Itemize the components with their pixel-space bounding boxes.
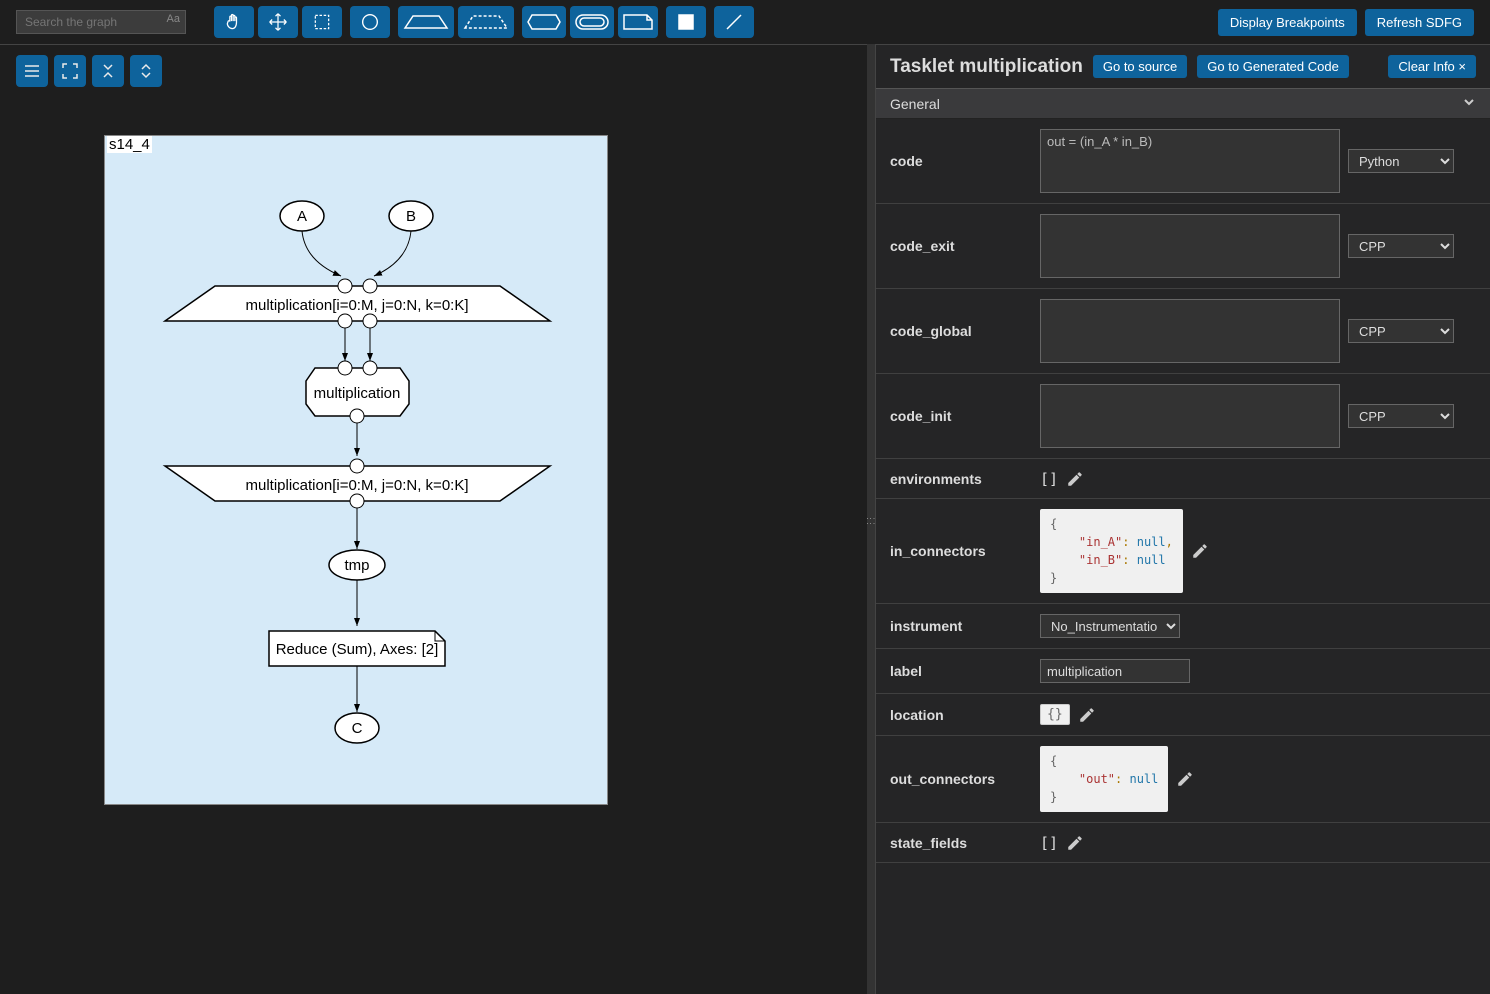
section-general[interactable]: General bbox=[876, 88, 1490, 119]
code-init-input[interactable] bbox=[1040, 384, 1340, 448]
connector[interactable] bbox=[350, 459, 364, 473]
instrument-select[interactable]: No_Instrumentation bbox=[1040, 614, 1180, 638]
prop-code-init: code_init CPP bbox=[876, 374, 1490, 459]
map-entry-label: multiplication[i=0:M, j=0:N, k=0:K] bbox=[245, 297, 468, 314]
label-input[interactable] bbox=[1040, 659, 1190, 683]
prop-code-init-label: code_init bbox=[890, 408, 1030, 424]
prop-location-label: location bbox=[890, 707, 1030, 723]
add-libnode-tool[interactable] bbox=[618, 6, 658, 38]
code-init-lang-select[interactable]: CPP bbox=[1348, 404, 1454, 428]
map-tool-group bbox=[398, 6, 514, 38]
environments-value: [] bbox=[1040, 470, 1058, 488]
state-fields-value: [] bbox=[1040, 834, 1058, 852]
add-access-node-tool[interactable] bbox=[350, 6, 390, 38]
nav-tool-group bbox=[214, 6, 342, 38]
tmp-label: tmp bbox=[344, 557, 369, 574]
code-exit-lang-select[interactable]: CPP bbox=[1348, 234, 1454, 258]
expand-all-button[interactable] bbox=[130, 55, 162, 87]
prop-in-connectors: in_connectors { "in_A": null, "in_B": nu… bbox=[876, 499, 1490, 604]
refresh-sdfg-button[interactable]: Refresh SDFG bbox=[1365, 9, 1474, 36]
code-global-lang-select[interactable]: CPP bbox=[1348, 319, 1454, 343]
graph-view-toolbar bbox=[16, 55, 162, 87]
chevron-down-icon bbox=[1462, 95, 1476, 112]
graph-svg: A B multiplication[i=0:M, j=0:N, k=0:K] bbox=[105, 136, 609, 806]
edit-icon[interactable] bbox=[1078, 706, 1096, 724]
connector[interactable] bbox=[363, 314, 377, 328]
prop-instrument-label: instrument bbox=[890, 618, 1030, 634]
add-consume-tool[interactable] bbox=[458, 6, 514, 38]
properties-title: Tasklet multiplication bbox=[890, 56, 1083, 78]
prop-environments: environments [] bbox=[876, 459, 1490, 499]
search-input[interactable] bbox=[16, 10, 186, 34]
connector[interactable] bbox=[350, 409, 364, 423]
node-b-label: B bbox=[406, 208, 416, 225]
tasklet-label: multiplication bbox=[314, 385, 401, 402]
prop-label: label bbox=[876, 649, 1490, 694]
prop-code-exit-label: code_exit bbox=[890, 238, 1030, 254]
prop-code-global-label: code_global bbox=[890, 323, 1030, 339]
top-toolbar: Aa bbox=[0, 0, 1490, 44]
prop-location: location {} bbox=[876, 694, 1490, 736]
properties-pane: Tasklet multiplication Go to source Go t… bbox=[875, 44, 1490, 994]
add-state-tool[interactable] bbox=[666, 6, 706, 38]
graph-pane[interactable]: s14_4 A B multiplication[i=0:M, bbox=[0, 44, 867, 994]
code-exit-input[interactable] bbox=[1040, 214, 1340, 278]
connector[interactable] bbox=[363, 279, 377, 293]
go-to-generated-button[interactable]: Go to Generated Code bbox=[1197, 55, 1349, 78]
node-c-label: C bbox=[352, 720, 363, 737]
display-breakpoints-button[interactable]: Display Breakpoints bbox=[1218, 9, 1357, 36]
reduce-label: Reduce (Sum), Axes: [2] bbox=[276, 641, 439, 658]
pan-tool[interactable] bbox=[214, 6, 254, 38]
collapse-all-button[interactable] bbox=[92, 55, 124, 87]
prop-state-fields-label: state_fields bbox=[890, 835, 1030, 851]
in-connectors-value: { "in_A": null, "in_B": null } bbox=[1040, 509, 1183, 593]
move-tool[interactable] bbox=[258, 6, 298, 38]
prop-code-global: code_global CPP bbox=[876, 289, 1490, 374]
code-input[interactable]: out = (in_A * in_B) bbox=[1040, 129, 1340, 193]
out-connectors-value: { "out": null } bbox=[1040, 746, 1168, 812]
properties-header: Tasklet multiplication Go to source Go t… bbox=[876, 45, 1490, 88]
edit-icon[interactable] bbox=[1191, 542, 1209, 560]
prop-label-label: label bbox=[890, 663, 1030, 679]
location-value: {} bbox=[1040, 704, 1070, 725]
main-area: s14_4 A B multiplication[i=0:M, bbox=[0, 44, 1490, 994]
connector[interactable] bbox=[338, 314, 352, 328]
state-label: s14_4 bbox=[107, 136, 152, 153]
clear-info-button[interactable]: Clear Info × bbox=[1388, 55, 1476, 78]
connector[interactable] bbox=[338, 279, 352, 293]
edit-icon[interactable] bbox=[1176, 770, 1194, 788]
menu-button[interactable] bbox=[16, 55, 48, 87]
add-map-tool[interactable] bbox=[398, 6, 454, 38]
connector[interactable] bbox=[350, 494, 364, 508]
edit-icon[interactable] bbox=[1066, 470, 1084, 488]
fit-view-button[interactable] bbox=[54, 55, 86, 87]
code-lang-select[interactable]: Python bbox=[1348, 149, 1454, 173]
go-to-source-button[interactable]: Go to source bbox=[1093, 55, 1187, 78]
connector[interactable] bbox=[363, 361, 377, 375]
prop-in-connectors-label: in_connectors bbox=[890, 543, 1030, 559]
graph-canvas[interactable]: s14_4 A B multiplication[i=0:M, bbox=[104, 135, 608, 805]
search-wrap: Aa bbox=[16, 10, 186, 34]
add-nested-sdfg-tool[interactable] bbox=[570, 6, 614, 38]
code-global-input[interactable] bbox=[1040, 299, 1340, 363]
pane-divider[interactable]: ⋮⋮ bbox=[867, 44, 875, 994]
add-edge-tool[interactable] bbox=[714, 6, 754, 38]
edit-icon[interactable] bbox=[1066, 834, 1084, 852]
node-a-label: A bbox=[297, 208, 307, 225]
match-case-icon[interactable]: Aa bbox=[167, 13, 180, 25]
add-tasklet-tool[interactable] bbox=[522, 6, 566, 38]
prop-instrument: instrument No_Instrumentation bbox=[876, 604, 1490, 649]
prop-code-label: code bbox=[890, 153, 1030, 169]
prop-code-exit: code_exit CPP bbox=[876, 204, 1490, 289]
section-general-label: General bbox=[890, 96, 940, 112]
prop-code: code out = (in_A * in_B) Python bbox=[876, 119, 1490, 204]
map-exit-label: multiplication[i=0:M, j=0:N, k=0:K] bbox=[245, 477, 468, 494]
prop-state-fields: state_fields [] bbox=[876, 823, 1490, 863]
prop-out-connectors-label: out_connectors bbox=[890, 771, 1030, 787]
select-tool[interactable] bbox=[302, 6, 342, 38]
prop-environments-label: environments bbox=[890, 471, 1030, 487]
prop-out-connectors: out_connectors { "out": null } bbox=[876, 736, 1490, 823]
shape-tool-group bbox=[522, 6, 658, 38]
connector[interactable] bbox=[338, 361, 352, 375]
